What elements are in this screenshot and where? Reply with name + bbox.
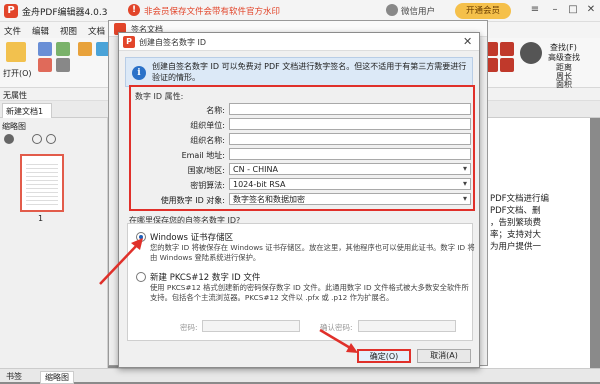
panel-tabs: 书签 缩略图 bbox=[0, 368, 600, 384]
document-view: PDF文档进行编 PDF文档、删 ，告别繁琐费 率；支持对大 为用户提供一 bbox=[470, 118, 600, 368]
page-number: 1 bbox=[38, 214, 44, 223]
pkcs12-title[interactable]: 新建 PKCS#12 数字 ID 文件 bbox=[150, 271, 260, 283]
menu-view[interactable]: 视图 bbox=[60, 25, 77, 37]
settings-icon[interactable] bbox=[4, 134, 14, 144]
dialog-title: 创建自签名数字 ID bbox=[139, 38, 207, 47]
confirm-password-field[interactable] bbox=[358, 320, 456, 332]
export-icon[interactable] bbox=[38, 58, 52, 72]
doc-text-line: PDF文档、删 bbox=[490, 206, 541, 216]
minimize-icon[interactable]: – bbox=[548, 3, 562, 17]
zoom-out-icon[interactable] bbox=[32, 134, 42, 144]
country-select[interactable]: CN - CHINA bbox=[229, 163, 471, 175]
document-tab[interactable]: 新建文档1 bbox=[2, 103, 52, 118]
open-button[interactable]: 打开(O) bbox=[3, 68, 32, 79]
menu-document[interactable]: 文档 bbox=[88, 25, 105, 37]
digital-id-properties: 数字 ID 属性: 名称: 组织单位: 组织名称: Email 地址: 国家/地… bbox=[129, 85, 475, 211]
country-label: 国家/地区: bbox=[187, 166, 225, 175]
close-icon[interactable]: ✕ bbox=[463, 35, 472, 48]
property-label: 无属性 bbox=[3, 91, 27, 100]
doc-text-line: ，告别繁琐费 bbox=[490, 218, 542, 228]
cancel-button[interactable]: 取消(A) bbox=[417, 349, 471, 363]
print-icon[interactable] bbox=[56, 42, 70, 56]
key-algorithm-select[interactable]: 1024-bit RSA bbox=[229, 178, 471, 190]
document-page[interactable]: PDF文档进行编 PDF文档、删 ，告别繁琐费 率；支持对大 为用户提供一 bbox=[478, 118, 590, 368]
thumbnail-panel: 缩略图 1 bbox=[0, 118, 108, 368]
windows-store-description: 您的数字 ID 将被保存在 Windows 证书存储区。放在这里，其他程序也可以… bbox=[150, 243, 475, 262]
info-icon: i bbox=[132, 66, 146, 80]
email-field[interactable] bbox=[229, 148, 471, 160]
arrow-tool-icon[interactable] bbox=[500, 58, 514, 72]
bookmarks-tab[interactable]: 书签 bbox=[2, 371, 26, 382]
app-logo-icon: P bbox=[4, 4, 18, 18]
dialog-titlebar: P 创建自签名数字 ID ✕ bbox=[119, 33, 479, 51]
id-usage-label: 使用数字 ID 对象: bbox=[160, 196, 225, 205]
warning-icon: ! bbox=[128, 4, 140, 16]
maximize-icon[interactable]: □ bbox=[566, 3, 580, 17]
org-name-field[interactable] bbox=[229, 133, 471, 145]
storage-options: Windows 证书存储区 您的数字 ID 将被保存在 Windows 证书存储… bbox=[127, 223, 475, 341]
close-icon[interactable]: ✕ bbox=[584, 3, 598, 17]
pkcs12-description: 使用 PKCS#12 格式创建新的密码保存数字 ID 文件。此通用数字 ID 文… bbox=[150, 283, 469, 302]
doc-text-line: 为用户提供一 bbox=[490, 242, 542, 252]
save-icon[interactable] bbox=[38, 42, 52, 56]
app-logo-icon: P bbox=[123, 36, 135, 48]
id-usage-select[interactable]: 数字签名和数据加密 bbox=[229, 193, 471, 205]
menu-file[interactable]: 文件 bbox=[4, 25, 21, 37]
properties-legend: 数字 ID 属性: bbox=[135, 92, 184, 101]
email-label: Email 地址: bbox=[181, 151, 225, 160]
watermark-notice[interactable]: 非会员保存文件会带有软件官方水印 bbox=[144, 5, 280, 17]
user-name[interactable]: 微信用户 bbox=[401, 5, 435, 17]
ok-button[interactable]: 确定(O) bbox=[357, 349, 411, 363]
vip-button[interactable]: 开通会员 bbox=[455, 3, 511, 19]
doc-text-line: PDF文档进行编 bbox=[490, 194, 550, 204]
line-tool-icon[interactable] bbox=[500, 42, 514, 56]
confirm-password-label: 确认密码: bbox=[320, 323, 353, 332]
password-field[interactable] bbox=[202, 320, 300, 332]
name-label: 名称: bbox=[206, 106, 225, 115]
name-field[interactable] bbox=[229, 103, 471, 115]
zoom-in-icon[interactable] bbox=[46, 134, 56, 144]
create-digital-id-dialog: P 创建自签名数字 ID ✕ i 创建自签名数字 ID 可以免费对 PDF 文档… bbox=[118, 32, 480, 368]
password-label: 密码: bbox=[180, 323, 198, 332]
org-name-label: 组织名称: bbox=[190, 136, 225, 145]
menu-icon[interactable]: ≡ bbox=[528, 3, 542, 17]
thumbnail-panel-title: 缩略图 bbox=[2, 122, 26, 131]
menu-edit[interactable]: 编辑 bbox=[32, 25, 49, 37]
doc-text-line: 率；支持对大 bbox=[490, 230, 542, 240]
undo-icon[interactable] bbox=[56, 58, 70, 72]
app-title-bar: P 金舟PDF编辑器4.0.3 ! 非会员保存文件会带有软件官方水印 微信用户 … bbox=[0, 0, 600, 22]
thumbnails-tab[interactable]: 缩略图 bbox=[40, 371, 74, 384]
org-unit-label: 组织单位: bbox=[190, 121, 225, 130]
pkcs12-radio[interactable] bbox=[136, 272, 146, 282]
stamp-icon[interactable] bbox=[520, 42, 542, 64]
app-title: 金舟PDF编辑器4.0.3 bbox=[22, 8, 108, 18]
info-message: i 创建自签名数字 ID 可以免费对 PDF 文档进行数字签名。但这不适用于有第… bbox=[125, 57, 473, 87]
hand-tool-icon[interactable] bbox=[78, 42, 92, 56]
user-avatar-icon[interactable] bbox=[386, 4, 398, 16]
org-unit-field[interactable] bbox=[229, 118, 471, 130]
thumbnail-preview bbox=[26, 161, 58, 205]
open-folder-icon[interactable] bbox=[6, 42, 26, 62]
windows-store-title[interactable]: Windows 证书存储区 bbox=[150, 231, 233, 243]
page-thumbnail[interactable] bbox=[20, 154, 64, 212]
info-text: 创建自签名数字 ID 可以免费对 PDF 文档进行数字签名。但这不适用于有第三方… bbox=[152, 62, 467, 82]
key-algorithm-label: 密钥算法: bbox=[190, 181, 225, 190]
windows-store-radio[interactable] bbox=[136, 232, 146, 242]
